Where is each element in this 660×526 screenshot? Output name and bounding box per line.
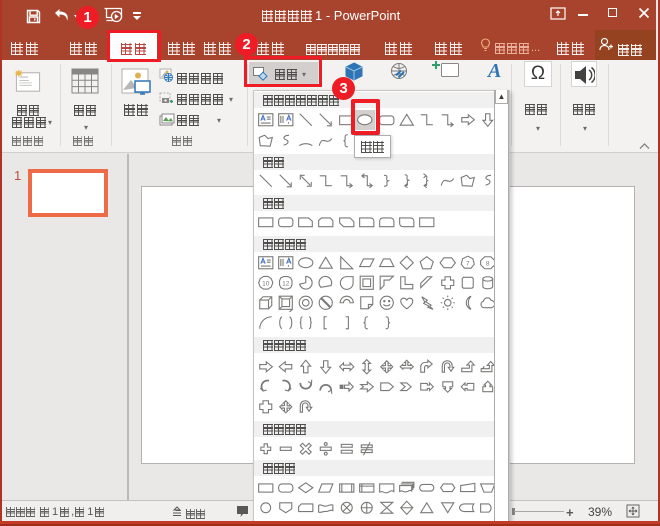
svg-text:12: 12 [282, 281, 290, 288]
svg-text:8: 8 [486, 261, 490, 268]
svg-text:7: 7 [466, 261, 470, 268]
svg-text:10: 10 [262, 281, 270, 288]
